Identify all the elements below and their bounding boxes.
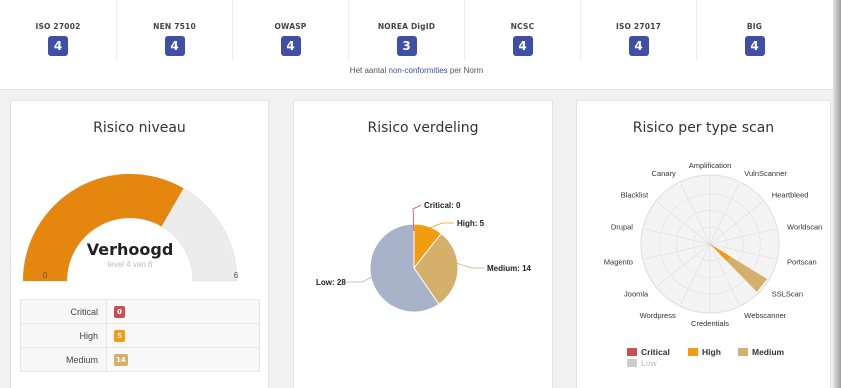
gauge-max-label: 6	[234, 271, 239, 280]
risk-count-badge: 0	[114, 305, 125, 318]
radar-axis-label-canary: Canary	[652, 169, 676, 178]
norm-label: NCSC	[510, 22, 535, 31]
risk-count-table: Critical 0 High 5 Medium 14	[20, 299, 260, 372]
radar-axis-label-webscanner: Webscanner	[744, 311, 786, 320]
radar-axis-label-vulnscanner: VulnScanner	[744, 169, 787, 178]
gauge-min-label: 0	[43, 271, 48, 280]
risk-level-panel: Risico niveau Verhoogd level 4 van 6 0 6…	[10, 100, 269, 388]
norm-count-badge: 4	[48, 36, 68, 56]
norm-count-badge: 4	[512, 36, 533, 56]
caption-suffix: per Norm	[447, 66, 484, 75]
legend-swatch-critical[interactable]	[627, 348, 637, 356]
risk-gauge: Verhoogd level 4 van 6 0 6	[22, 173, 239, 282]
gauge-value-label: Verhoogd	[87, 240, 174, 259]
gauge-sublabel: level 4 van 6	[108, 260, 153, 269]
risk-pie-chart: Critical: 0 High: 5 Medium: 14 Low: 28	[316, 201, 532, 313]
risk-row-high: High 5	[20, 323, 260, 348]
norm-label: NOREA DigID	[377, 22, 436, 31]
risk-row-label: Critical	[20, 299, 107, 324]
pie-label-medium: Medium: 14	[487, 264, 532, 273]
legend-label-high[interactable]: High	[702, 347, 721, 357]
radar-axis-label-portscan: Portscan	[787, 258, 817, 267]
risk-row-value-cell: 14	[106, 347, 260, 372]
medium-leader-line	[455, 262, 484, 269]
radar-axis-label-worldscan: Worldscan	[787, 222, 822, 231]
legend-label-low[interactable]: Low	[641, 358, 657, 368]
norm-count-badge: 3	[396, 36, 417, 56]
legend-label-critical[interactable]: Critical	[641, 347, 670, 357]
norm-label: ISO 27017	[615, 22, 662, 31]
gauge-fill	[23, 174, 184, 281]
norm-label: NEN 7510	[153, 22, 196, 31]
radar-axis-label-amplification: Amplification	[689, 161, 732, 170]
norm-big[interactable]: BIG 4	[696, 0, 812, 60]
norm-nen-7510[interactable]: NEN 7510 4	[116, 0, 232, 60]
radar-axis-label-joomla: Joomla	[624, 289, 649, 298]
risk-row-label: High	[20, 323, 107, 348]
risk-row-value-cell: 5	[106, 323, 260, 348]
norms-bar: ISO 27002 4 NEN 7510 4 OWASP 4 NOREA DigID 3 NCS…	[0, 0, 833, 90]
pie-label-critical: Critical: 0	[424, 201, 461, 210]
radar-axis-label-drupal: Drupal	[611, 222, 633, 231]
radar-axis-label-blacklist: Blacklist	[621, 191, 649, 200]
window-edge-shadow	[833, 0, 841, 388]
risk-count-badge: 14	[114, 353, 128, 366]
norm-ncsc[interactable]: NCSC 4	[464, 0, 580, 60]
pie-label-low: Low: 28	[316, 278, 346, 287]
legend-swatch-medium[interactable]	[738, 348, 748, 356]
legend-swatch-high[interactable]	[688, 348, 698, 356]
caption-prefix: Het aantal	[349, 66, 389, 75]
radar-axis-label-heartbleed: Heartbleed	[772, 191, 809, 200]
legend-swatch-low[interactable]	[627, 359, 637, 367]
norms-caption: Het aantal non-conformities per Norm	[0, 66, 833, 75]
norm-label: OWASP	[274, 22, 307, 31]
non-conformities-link[interactable]: non-conformities	[389, 66, 448, 75]
norm-iso-27002[interactable]: ISO 27002 4	[0, 0, 116, 60]
legend-label-medium[interactable]: Medium	[752, 347, 785, 357]
radar-axis-label-credentials: Credentials	[691, 319, 729, 328]
risk-row-critical: Critical 0	[20, 299, 260, 324]
norm-count-badge: 4	[744, 36, 765, 56]
scan-radar-chart: Amplification VulnScanner Heartbleed Worlds…	[604, 161, 823, 368]
norm-count-badge: 4	[280, 36, 301, 56]
norm-iso-27017[interactable]: ISO 27017 4	[580, 0, 696, 60]
norm-count-badge: 4	[164, 36, 185, 56]
norm-count-badge: 4	[628, 36, 649, 56]
scan-type-panel: Risico per type scan Amplification VulnSc…	[576, 100, 831, 388]
pie-label-high: High: 5	[457, 219, 485, 228]
risk-row-value-cell: 0	[106, 299, 260, 324]
norm-owasp[interactable]: OWASP 4	[232, 0, 348, 60]
risk-count-badge: 5	[114, 329, 125, 342]
norm-label: BIG	[746, 22, 763, 31]
radar-axis-label-wordpress: Wordpress	[640, 311, 676, 320]
radar-axis-label-sslscan: SSLScan	[772, 289, 803, 298]
risk-row-medium: Medium 14	[20, 347, 260, 372]
radar-axis-label-magento: Magento	[604, 258, 633, 267]
risk-row-label: Medium	[20, 347, 107, 372]
norm-label: ISO 27002	[35, 22, 81, 31]
risk-distribution-panel: Risico verdeling Critical: 0 High: 5 Med…	[293, 100, 553, 388]
norm-norea-digid[interactable]: NOREA DigID 3	[348, 0, 464, 60]
